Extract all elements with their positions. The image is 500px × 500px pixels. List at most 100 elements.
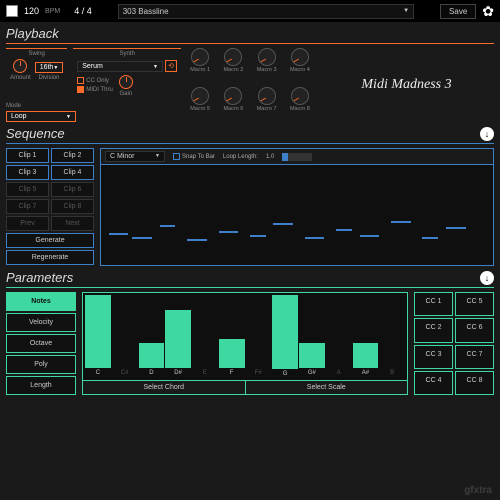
midi-thru-checkbox[interactable] xyxy=(77,86,84,93)
bpm-label: BPM xyxy=(45,8,60,15)
macro-7-label: Macro 7 xyxy=(252,106,282,112)
preset-value: 303 Bassline xyxy=(123,7,169,16)
note-bar-G#[interactable] xyxy=(299,343,325,368)
stop-button[interactable] xyxy=(6,5,18,17)
save-button[interactable]: Save xyxy=(440,4,476,19)
clip-2-button[interactable]: Clip 2 xyxy=(51,148,94,163)
macro-1-label: Macro 1 xyxy=(185,67,215,73)
cc-8-button[interactable]: CC 8 xyxy=(455,371,494,395)
note-bar-D#[interactable] xyxy=(165,310,191,368)
divider xyxy=(6,287,494,288)
swing-label: Swing xyxy=(28,51,44,57)
cc-1-button[interactable]: CC 1 xyxy=(414,292,453,316)
select-chord-button[interactable]: Select Chord xyxy=(83,381,246,394)
note-bar-G[interactable] xyxy=(272,295,298,369)
cc-4-button[interactable]: CC 4 xyxy=(414,371,453,395)
watermark: gfxtra xyxy=(464,485,492,496)
macro-5-knob[interactable] xyxy=(191,87,209,105)
note-bar-C[interactable] xyxy=(85,295,111,368)
divider xyxy=(6,43,494,44)
macro-3-label: Macro 3 xyxy=(252,67,282,73)
tab-velocity[interactable]: Velocity xyxy=(6,313,76,332)
select-scale-button[interactable]: Select Scale xyxy=(246,381,408,394)
note-label-F#: F# xyxy=(255,370,262,378)
time-signature[interactable]: 4 / 4 xyxy=(74,6,92,16)
clip-6-button[interactable]: Clip 6 xyxy=(51,182,94,197)
prev-button[interactable]: Prev xyxy=(6,216,49,231)
amount-label: Amount xyxy=(10,75,31,81)
clip-7-button[interactable]: Clip 7 xyxy=(6,199,49,214)
loop-length-slider[interactable] xyxy=(282,153,312,161)
tab-notes[interactable]: Notes xyxy=(6,292,76,311)
swing-amount-knob[interactable] xyxy=(13,59,27,73)
collapse-parameters-icon[interactable]: ↓ xyxy=(480,271,494,285)
clip-4-button[interactable]: Clip 4 xyxy=(51,165,94,180)
note-label-D: D xyxy=(149,370,153,378)
brand-title: Midi Madness 3 xyxy=(319,48,494,122)
macro-2-label: Macro 2 xyxy=(218,67,248,73)
macro-6-label: Macro 6 xyxy=(218,106,248,112)
note-bar-D[interactable] xyxy=(139,343,165,368)
cc-6-button[interactable]: CC 6 xyxy=(455,318,494,342)
gear-icon[interactable]: ✿ xyxy=(482,3,494,20)
macro-4-knob[interactable] xyxy=(291,48,309,66)
note-label-D#: D# xyxy=(174,370,182,378)
note-label-C: C xyxy=(96,370,100,378)
macro-4-label: Macro 4 xyxy=(285,67,315,73)
clip-5-button[interactable]: Clip 5 xyxy=(6,182,49,197)
snap-label: Snap To Bar xyxy=(182,154,215,160)
collapse-sequence-icon[interactable]: ↓ xyxy=(480,127,494,141)
loop-length-value: 1.0 xyxy=(266,154,274,160)
link-icon[interactable]: ⟲ xyxy=(165,60,177,72)
cc-2-button[interactable]: CC 2 xyxy=(414,318,453,342)
note-bar-F[interactable] xyxy=(219,339,245,368)
mode-select[interactable]: Loop xyxy=(6,111,76,122)
tab-octave[interactable]: Octave xyxy=(6,334,76,353)
divider xyxy=(6,143,494,144)
tab-poly[interactable]: Poly xyxy=(6,355,76,374)
clip-8-button[interactable]: Clip 8 xyxy=(51,199,94,214)
synth-value: Serum xyxy=(82,63,103,70)
division-label: Division xyxy=(35,75,64,81)
cc-only-checkbox[interactable] xyxy=(77,77,84,84)
tab-length[interactable]: Length xyxy=(6,376,76,395)
clip-1-button[interactable]: Clip 1 xyxy=(6,148,49,163)
division-select[interactable]: 16th xyxy=(35,62,64,73)
macro-7-knob[interactable] xyxy=(258,87,276,105)
note-label-B: B xyxy=(390,370,394,378)
scale-select[interactable]: C Minor xyxy=(105,151,165,162)
note-label-G#: G# xyxy=(308,370,316,378)
clip-3-button[interactable]: Clip 3 xyxy=(6,165,49,180)
cc-3-button[interactable]: CC 3 xyxy=(414,345,453,369)
regenerate-button[interactable]: Regenerate xyxy=(6,250,94,265)
macro-8-label: Macro 8 xyxy=(285,106,315,112)
division-value: 16th xyxy=(40,64,54,71)
snap-checkbox[interactable] xyxy=(173,153,180,160)
sequence-canvas[interactable] xyxy=(101,165,493,265)
synth-select[interactable]: Serum xyxy=(77,61,163,72)
note-bar-A#[interactable] xyxy=(353,343,379,368)
note-probability-chart[interactable]: CC#DD#EFF#GG#AA#B xyxy=(83,293,407,380)
scale-value: C Minor xyxy=(110,153,135,160)
preset-select[interactable]: 303 Bassline xyxy=(118,4,414,19)
macro-3-knob[interactable] xyxy=(258,48,276,66)
midi-thru-label: MIDI Thru xyxy=(86,87,113,93)
macro-6-knob[interactable] xyxy=(224,87,242,105)
bpm-value[interactable]: 120 xyxy=(24,6,39,16)
cc-only-label: CC Only xyxy=(86,78,109,84)
macro-1-knob[interactable] xyxy=(191,48,209,66)
next-button[interactable]: Next xyxy=(51,216,94,231)
generate-button[interactable]: Generate xyxy=(6,233,94,248)
cc-7-button[interactable]: CC 7 xyxy=(455,345,494,369)
gain-label: Gain xyxy=(119,91,133,97)
playback-title: Playback xyxy=(6,26,59,41)
note-label-G: G xyxy=(283,371,288,378)
gain-knob[interactable] xyxy=(119,75,133,89)
sequence-title: Sequence xyxy=(6,126,65,141)
synth-label: Synth xyxy=(119,51,134,57)
cc-5-button[interactable]: CC 5 xyxy=(455,292,494,316)
macro-2-knob[interactable] xyxy=(224,48,242,66)
note-label-A#: A# xyxy=(362,370,369,378)
macro-8-knob[interactable] xyxy=(291,87,309,105)
note-label-E: E xyxy=(203,370,207,378)
